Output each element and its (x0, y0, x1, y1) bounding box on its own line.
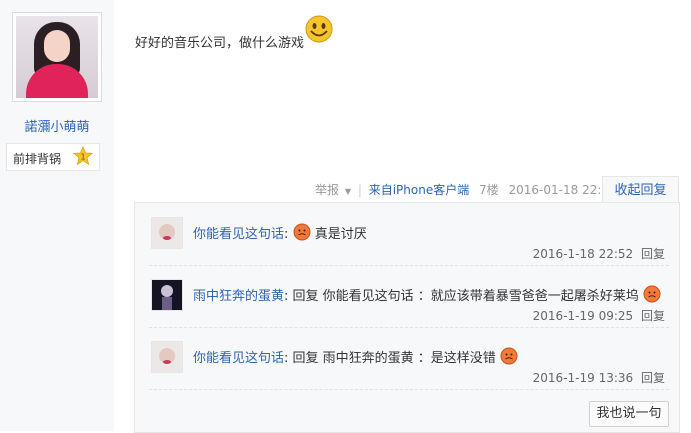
reply-text: 你能看见这句话: 回复 雨中狂奔的蛋黄 ：是这样没错 (193, 347, 518, 366)
reply-time: 2016-1-19 09:25 (532, 309, 634, 323)
orange-face-emoji-icon (643, 285, 661, 303)
reply-user-link[interactable]: 你能看见这句话 (193, 227, 284, 242)
reply-avatar[interactable] (151, 341, 183, 373)
honor-label: 前排背锅 (13, 152, 62, 166)
reply-meta: 2016-1-19 13:36 回复 (533, 369, 665, 386)
reply-avatar[interactable] (151, 279, 183, 311)
reply-time: 2016-1-18 22:52 (532, 247, 634, 261)
svg-text:1: 1 (80, 153, 85, 162)
post-content: 好好的音乐公司，做什么游戏 (135, 36, 305, 51)
reply-user-link[interactable]: 你能看见这句话 (193, 351, 284, 366)
reply-text: 雨中狂奔的蛋黄: 回复 你能看见这句话 ：就应该带着暴雪爸爸一起屠杀好莱坞 (193, 285, 661, 304)
report-dropdown-icon[interactable]: ▼ (345, 184, 351, 200)
honor-badge[interactable]: 前排背锅 1 (6, 143, 100, 171)
report-link[interactable]: 举报 (315, 182, 339, 198)
author-column: 諾瀰小萌萌 前排背锅 1 (0, 0, 114, 431)
post-tail: 举报 ▼ | 来自iPhone客户端 7楼 2016-01-18 22:51 (315, 182, 617, 202)
orange-face-emoji-icon (293, 223, 311, 241)
reply-content: 真是讨厌 (314, 227, 367, 242)
reply-avatar[interactable] (151, 217, 183, 249)
reply-content: 回复 雨中狂奔的蛋黄 ：是这样没错 (292, 351, 496, 366)
reply-meta: 2016-1-19 09:25 回复 (533, 307, 665, 324)
say-something-button[interactable]: 我也说一句 (589, 401, 669, 427)
tail-separator: | (357, 183, 362, 197)
star-level-icon: 1 (73, 146, 93, 166)
author-name-link[interactable]: 諾瀰小萌萌 (0, 116, 114, 135)
reply-item: 雨中狂奔的蛋黄: 回复 你能看见这句话 ：就应该带着暴雪爸爸一起屠杀好莱坞 20… (149, 265, 669, 328)
reply-button[interactable]: 回复 (641, 371, 665, 385)
reply-text: 你能看见这句话: 真是讨厌 (193, 223, 367, 242)
reply-content: 回复 你能看见这句话 ：就应该带着暴雪爸爸一起屠杀好莱坞 (292, 289, 639, 304)
reply-button[interactable]: 回复 (641, 247, 665, 261)
orange-face-emoji-icon (500, 347, 518, 365)
floor-number: 7楼 (479, 183, 499, 197)
reply-panel: 你能看见这句话: 真是讨厌 2016-1-18 22:52 回复 雨中狂奔的蛋黄… (134, 202, 680, 433)
reply-item: 你能看见这句话: 真是讨厌 2016-1-18 22:52 回复 (149, 203, 669, 266)
reply-button[interactable]: 回复 (641, 309, 665, 323)
collapse-replies-button[interactable]: 收起回复 (602, 176, 679, 204)
reply-item: 你能看见这句话: 回复 雨中狂奔的蛋黄 ：是这样没错 2016-1-19 13:… (149, 327, 669, 390)
reply-user-link[interactable]: 雨中狂奔的蛋黄 (193, 289, 284, 304)
reply-meta: 2016-1-18 22:52 回复 (533, 245, 665, 262)
reply-time: 2016-1-19 13:36 (532, 371, 634, 385)
client-source-link[interactable]: 来自iPhone客户端 (369, 182, 470, 198)
post-datetime: 2016-01-18 22:51 (508, 183, 617, 197)
smiley-emoji-icon (305, 15, 333, 43)
avatar-image (16, 16, 98, 98)
author-avatar[interactable] (12, 12, 102, 102)
